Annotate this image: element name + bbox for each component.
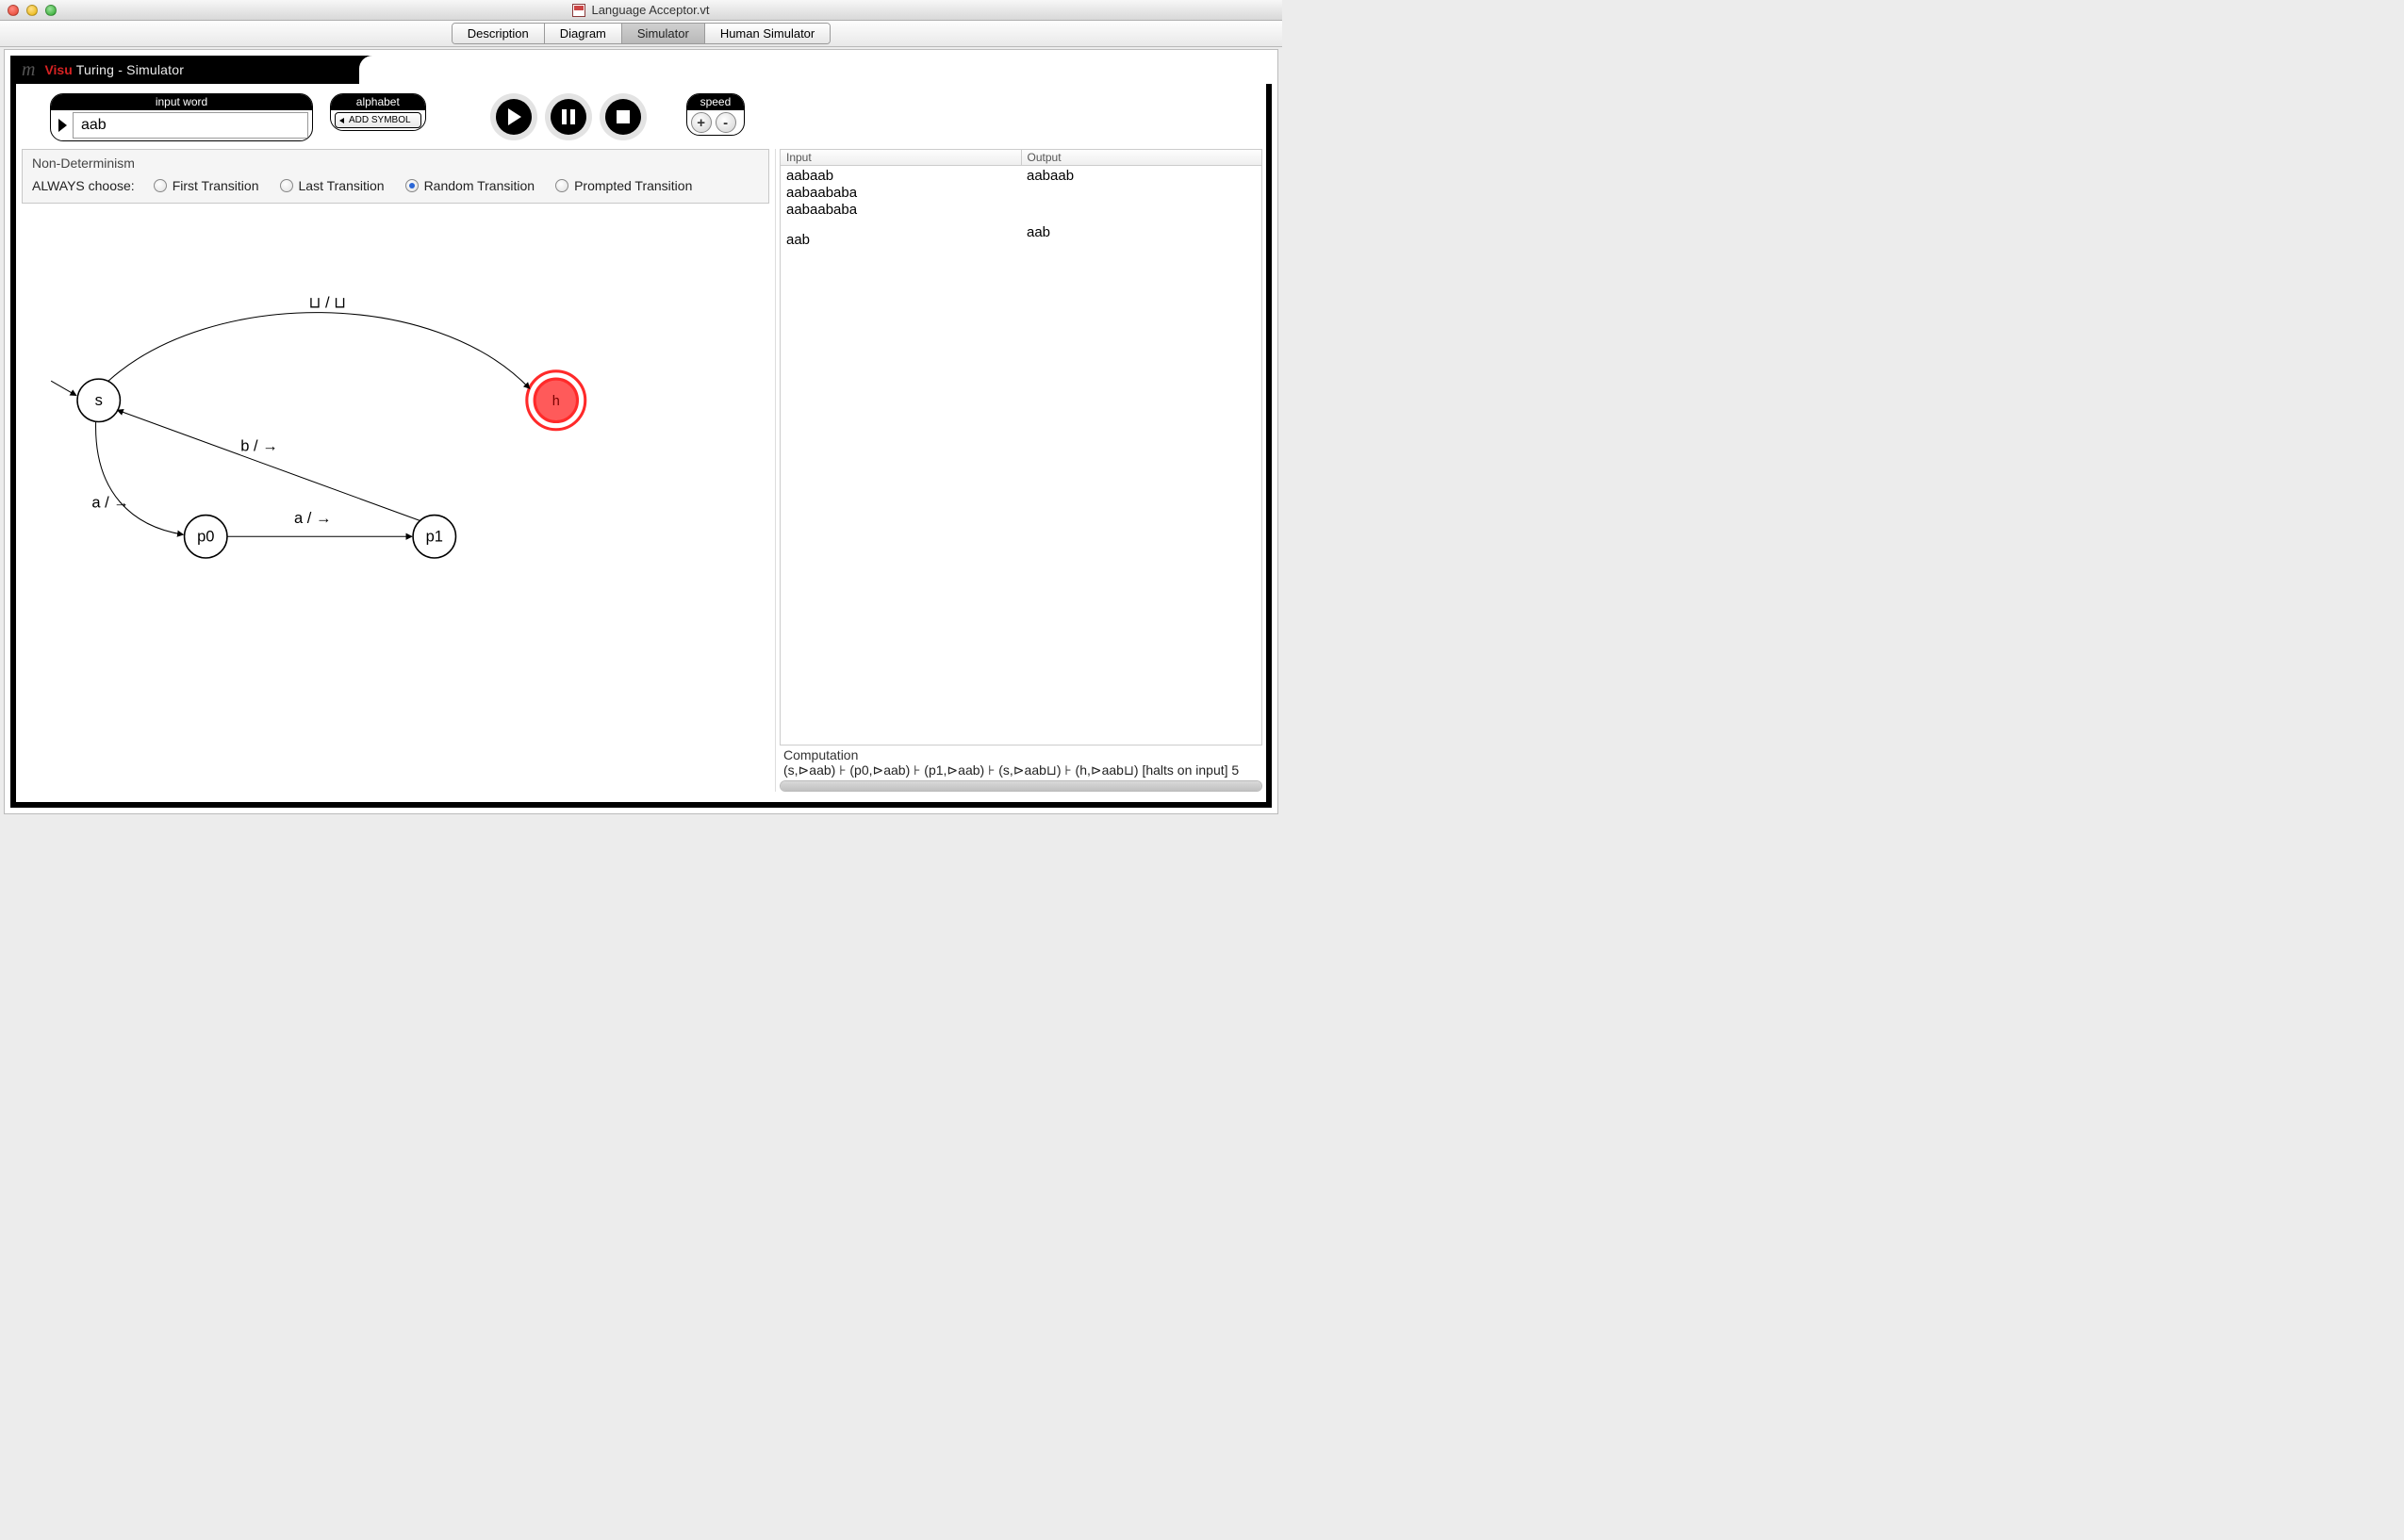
computation-panel: Computation (s,⊳aab) ⊦ (p0,⊳aab) ⊦ (p1,⊳… xyxy=(780,747,1262,792)
minimize-icon[interactable] xyxy=(26,5,38,16)
logo-icon: m xyxy=(22,59,35,81)
edge-p1-s-label: b / → xyxy=(240,437,277,454)
window-title: Language Acceptor.vt xyxy=(591,3,709,17)
io-output-cell: aabaab xyxy=(1027,168,1256,185)
edge-s-p0-label: a / → xyxy=(91,494,128,511)
tab-human-simulator[interactable]: Human Simulator xyxy=(705,24,830,43)
tab-bar: DescriptionDiagramSimulatorHuman Simulat… xyxy=(0,21,1282,47)
speed-caption: speed xyxy=(687,94,745,110)
speed-panel: speed + - xyxy=(686,93,746,136)
io-output-cell xyxy=(1027,185,1256,198)
radio-last-transition[interactable]: Last Transition xyxy=(280,178,385,193)
state-p1-label: p1 xyxy=(426,528,443,545)
state-diagram[interactable]: s p0 p1 h ⊔ / ⊔ xyxy=(16,204,775,792)
io-input-header: Input xyxy=(781,150,1022,166)
edge-s-h-label: ⊔ / ⊔ xyxy=(308,295,346,312)
io-output-header: Output xyxy=(1022,150,1262,166)
io-input-cell xyxy=(786,219,1015,232)
choose-label: ALWAYS choose: xyxy=(32,178,135,193)
tab-simulator[interactable]: Simulator xyxy=(622,24,705,43)
io-input-cell: aabaababa xyxy=(786,202,1015,219)
zoom-icon[interactable] xyxy=(45,5,57,16)
radio-random-transition[interactable]: Random Transition xyxy=(405,178,535,193)
io-output-cell xyxy=(1027,211,1256,224)
brand-rest: Turing - Simulator xyxy=(76,62,184,77)
io-input-cell: aabaab xyxy=(786,168,1015,185)
computation-progress xyxy=(780,780,1262,792)
radio-prompted-transition[interactable]: Prompted Transition xyxy=(555,178,692,193)
nondeterminism-legend: Non-Determinism xyxy=(32,156,759,171)
io-input-cell: aabaababa xyxy=(786,185,1015,202)
window-titlebar: Language Acceptor.vt xyxy=(0,0,1282,21)
pause-button[interactable] xyxy=(545,93,592,140)
input-word-caption: input word xyxy=(51,94,312,110)
state-s-label: s xyxy=(95,392,103,409)
io-table[interactable]: Input Output aabaabaabaababaaabaababaaab… xyxy=(780,149,1262,745)
tab-diagram[interactable]: Diagram xyxy=(545,24,622,43)
io-input-cell: aab xyxy=(786,232,1015,249)
speed-plus-button[interactable]: + xyxy=(691,112,712,133)
computation-line: (s,⊳aab) ⊦ (p0,⊳aab) ⊦ (p1,⊳aab) ⊦ (s,⊳a… xyxy=(780,762,1262,778)
brand-visu: Visu xyxy=(44,62,72,77)
close-icon[interactable] xyxy=(8,5,19,16)
pause-icon xyxy=(562,109,575,124)
document-icon xyxy=(572,4,585,17)
stop-icon xyxy=(617,110,630,123)
play-icon xyxy=(508,108,521,125)
alphabet-panel: alphabet ADD SYMBOL xyxy=(330,93,426,131)
state-p0-label: p0 xyxy=(197,528,214,545)
computation-header: Computation xyxy=(780,747,1262,762)
radio-first-transition[interactable]: First Transition xyxy=(154,178,259,193)
tab-description[interactable]: Description xyxy=(453,24,545,43)
edge-p0-p1-label: a / → xyxy=(294,510,331,527)
add-symbol-button[interactable]: ADD SYMBOL xyxy=(335,112,421,128)
io-output-cell: aab xyxy=(1027,224,1256,241)
io-output-cell xyxy=(1027,198,1256,211)
stop-button[interactable] xyxy=(600,93,647,140)
app-frame: m Visu Turing - Simulator input word alp… xyxy=(4,49,1278,814)
speed-minus-button[interactable]: - xyxy=(716,112,736,133)
play-button[interactable] xyxy=(490,93,537,140)
input-word-panel: input word xyxy=(50,93,313,141)
nondeterminism-panel: Non-Determinism ALWAYS choose: First Tra… xyxy=(22,149,769,204)
input-word-field[interactable] xyxy=(73,112,308,139)
alphabet-caption: alphabet xyxy=(331,94,425,110)
toolbar: input word alphabet ADD SYMBOL xyxy=(16,84,1266,149)
state-h-label: h xyxy=(552,394,560,409)
play-small-icon[interactable] xyxy=(58,119,67,132)
